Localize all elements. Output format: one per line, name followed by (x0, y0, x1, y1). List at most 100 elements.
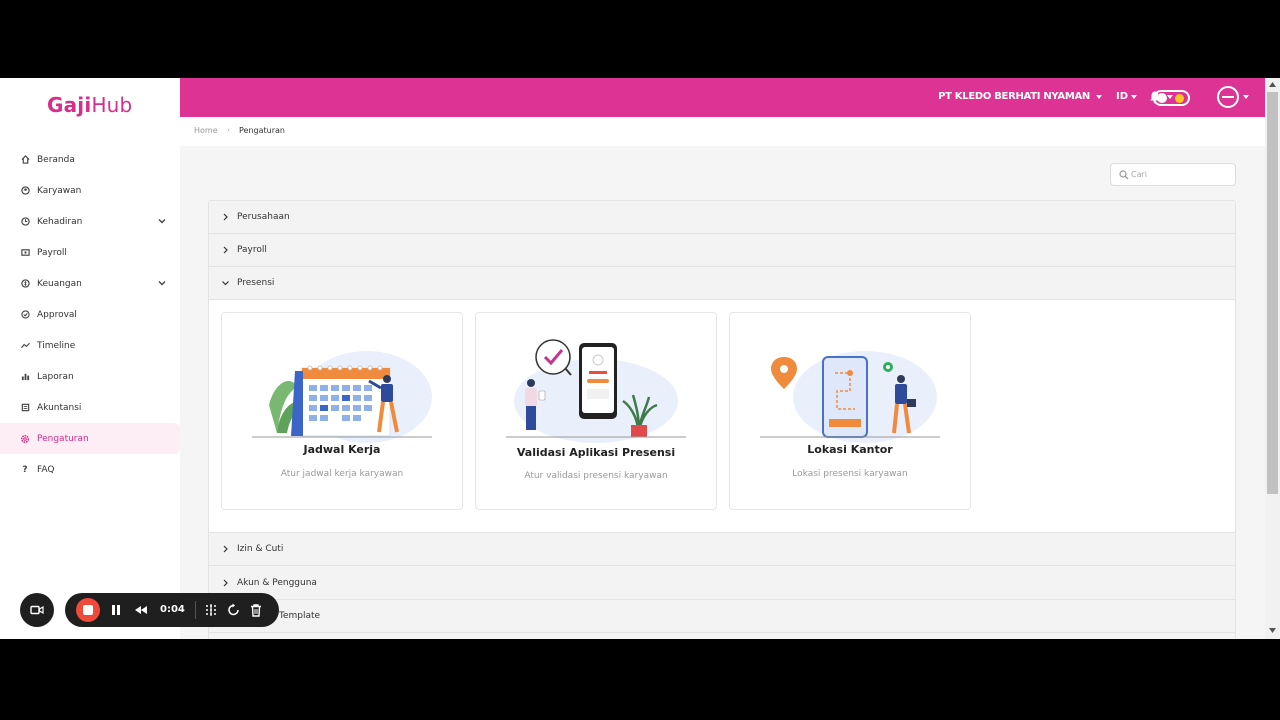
sidebar-item-akuntansi[interactable]: Akuntansi (0, 392, 180, 423)
sidebar-item-label: Akuntansi (37, 402, 82, 413)
accordion-label: Izin & Cuti (237, 544, 284, 554)
accordion-header-payroll[interactable]: Payroll (209, 234, 1235, 267)
search-icon (1119, 170, 1129, 180)
page-scrollbar[interactable] (1265, 78, 1280, 639)
toolbar-divider (195, 601, 196, 619)
sidebar-item-approval[interactable]: Approval (0, 299, 180, 330)
sidebar-item-label: Karyawan (37, 185, 82, 196)
accordion-header-presensi[interactable]: Presensi (209, 267, 1235, 300)
chevron-right-icon (223, 246, 228, 254)
search-box[interactable] (1110, 163, 1236, 186)
phone-verification-illustration (506, 339, 686, 443)
recorder-stop-button[interactable] (76, 598, 100, 622)
caret-down-icon[interactable] (1096, 95, 1102, 99)
sun-icon (1175, 94, 1184, 103)
sidebar-item-label: Laporan (37, 371, 74, 382)
app-window: GajiHub Beranda Karyawan Kehadiran Payro… (0, 78, 1280, 639)
caret-down-icon[interactable] (1131, 95, 1137, 99)
question-icon: ? (22, 464, 28, 475)
breadcrumb: Home › Pengaturan (180, 117, 1265, 146)
sidebar-item-label: Approval (37, 309, 77, 320)
trash-icon[interactable] (248, 602, 264, 618)
card-title: Lokasi Kantor (807, 443, 893, 456)
logo-text-bold: Gaji (47, 93, 92, 117)
sidebar-item-timeline[interactable]: Timeline (0, 330, 180, 361)
breadcrumb-separator-icon: › (227, 126, 230, 134)
search-input[interactable] (1131, 166, 1231, 183)
breadcrumb-home-link[interactable]: Home (194, 126, 218, 135)
language-selector[interactable]: ID (1116, 91, 1128, 102)
sidebar-item-label: Pengaturan (37, 433, 89, 444)
check-circle-icon (20, 310, 30, 320)
sidebar-item-label: Timeline (37, 340, 76, 351)
accordion-header-izin-cuti[interactable]: Izin & Cuti (209, 533, 1235, 566)
settings-accordion: Perusahaan Payroll Presensi Jadwal Kerja… (208, 200, 1236, 639)
home-icon (20, 155, 30, 165)
camera-icon (30, 605, 44, 615)
rewind-icon[interactable] (133, 602, 149, 618)
chevron-right-icon (223, 213, 228, 221)
grid-dots-icon[interactable] (203, 602, 219, 618)
sidebar-item-label: Keuangan (37, 278, 82, 289)
chevron-down-icon[interactable] (157, 278, 167, 288)
sidebar-nav: Beranda Karyawan Kehadiran Payroll Keuan… (0, 144, 180, 485)
toggle-knob (1157, 93, 1167, 103)
pause-icon[interactable] (108, 602, 124, 618)
scroll-up-icon[interactable] (1269, 82, 1276, 87)
chevron-down-icon[interactable] (157, 216, 167, 226)
sidebar-item-keuangan[interactable]: Keuangan (0, 268, 180, 299)
accordion-header-akun-pengguna[interactable]: Akun & Pengguna (209, 567, 1235, 600)
money-icon (20, 279, 30, 289)
sidebar-item-karyawan[interactable]: Karyawan (0, 175, 180, 206)
sidebar-item-pengaturan[interactable]: Pengaturan (0, 423, 180, 454)
location-map-illustration (760, 351, 940, 443)
sidebar-item-laporan[interactable]: Laporan (0, 361, 180, 392)
sidebar-item-label: Payroll (37, 247, 67, 258)
sidebar-item-label: Beranda (37, 154, 75, 165)
scroll-down-icon[interactable] (1269, 628, 1276, 633)
app-logo[interactable]: GajiHub (47, 93, 132, 117)
card-title: Validasi Aplikasi Presensi (516, 446, 676, 459)
sidebar-item-payroll[interactable]: Payroll (0, 237, 180, 268)
scrollbar-thumb[interactable] (1267, 92, 1278, 494)
caret-down-icon[interactable] (1243, 95, 1249, 99)
sidebar-item-beranda[interactable]: Beranda (0, 144, 180, 175)
company-selector[interactable]: PT KLEDO BERHATI NYAMAN (938, 91, 1090, 102)
stop-icon (83, 605, 93, 615)
user-avatar[interactable] (1217, 86, 1239, 108)
recorder-toolbar: 0:04 (65, 593, 279, 627)
users-icon (20, 186, 30, 196)
card-description: Lokasi presensi karyawan (792, 469, 908, 479)
sidebar-item-faq[interactable]: ? FAQ (0, 454, 180, 485)
accordion-label: Template (279, 611, 321, 621)
card-validasi-aplikasi-presensi[interactable]: Validasi Aplikasi Presensi Atur validasi… (475, 312, 717, 510)
accordion-header-perusahaan[interactable]: Perusahaan (209, 201, 1235, 234)
payroll-icon (20, 248, 30, 258)
card-title: Jadwal Kerja (303, 443, 381, 456)
clock-icon (20, 217, 30, 227)
recorder-camera-button[interactable] (20, 593, 54, 627)
recording-timer: 0:04 (160, 604, 185, 615)
top-header: PT KLEDO BERHATI NYAMAN ID (180, 78, 1265, 117)
accordion-label: Presensi (237, 278, 275, 288)
sidebar-item-label: FAQ (37, 464, 55, 475)
avatar-mark (1222, 96, 1234, 98)
calendar-illustration (252, 351, 432, 443)
accordion-label: Perusahaan (237, 212, 290, 222)
card-jadwal-kerja[interactable]: Jadwal Kerja Atur jadwal kerja karyawan (221, 312, 463, 510)
accordion-label: Payroll (237, 245, 267, 255)
presensi-panel: Jadwal Kerja Atur jadwal kerja karyawan (209, 300, 1235, 533)
chevron-down-icon (222, 281, 229, 286)
restart-icon[interactable] (226, 602, 242, 618)
card-lokasi-kantor[interactable]: Lokasi Kantor Lokasi presensi karyawan (729, 312, 971, 510)
accordion-label: Akun & Pengguna (237, 578, 317, 588)
card-description: Atur jadwal kerja karyawan (280, 469, 404, 479)
accordion-header-template[interactable]: Template (209, 600, 1235, 633)
logo-text-thin: Hub (91, 93, 133, 117)
sidebar-item-kehadiran[interactable]: Kehadiran (0, 206, 180, 237)
chart-icon (20, 372, 30, 382)
theme-toggle[interactable] (1153, 90, 1190, 106)
book-icon (20, 403, 30, 413)
chevron-right-icon (223, 579, 228, 587)
breadcrumb-current: Pengaturan (239, 126, 285, 135)
